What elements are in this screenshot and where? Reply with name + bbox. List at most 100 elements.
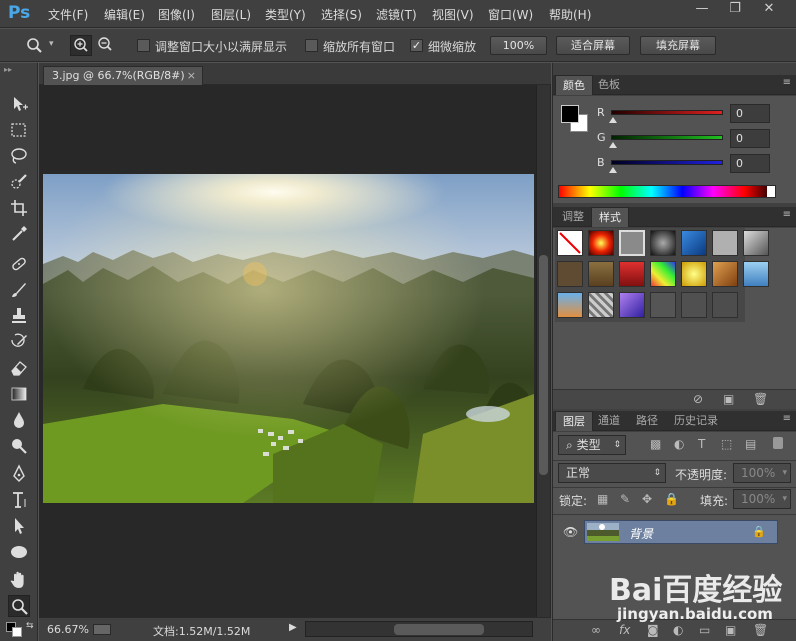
opacity-field[interactable]: 100% ▾ — [733, 463, 791, 483]
move-tool-icon[interactable] — [8, 93, 30, 115]
red-knob[interactable] — [609, 117, 617, 123]
brush-tool-icon[interactable] — [8, 279, 30, 301]
filter-adjustment-icon[interactable]: ◐ — [674, 437, 684, 451]
style-swatch-15[interactable] — [557, 292, 583, 318]
filter-type-icon[interactable]: T — [698, 437, 705, 451]
new-group-icon[interactable]: ▭ — [699, 623, 710, 637]
lock-pixels-icon[interactable]: ✎ — [620, 492, 630, 506]
style-swatch-5[interactable] — [681, 230, 707, 256]
scrubby-zoom-checkbox[interactable]: ✓ — [410, 39, 423, 52]
menu-view[interactable]: 视图(V) — [432, 6, 474, 23]
history-brush-tool-icon[interactable] — [8, 331, 30, 353]
menu-filter[interactable]: 滤镜(T) — [376, 6, 417, 23]
filter-pixel-icon[interactable]: ▩ — [650, 437, 661, 451]
tab-color[interactable]: 颜色 — [555, 75, 593, 95]
layer-name[interactable]: 背景 — [629, 525, 653, 542]
foreground-color-swatch[interactable] — [561, 105, 579, 123]
style-swatch-11[interactable] — [650, 261, 676, 287]
green-slider[interactable]: G 0 — [597, 129, 787, 151]
resize-windows-checkbox[interactable] — [137, 39, 150, 52]
chevron-down-icon[interactable]: ▾ — [49, 39, 54, 49]
filter-shape-icon[interactable]: ⬚ — [721, 437, 732, 451]
add-mask-icon[interactable]: ◙ — [647, 623, 659, 637]
crop-tool-icon[interactable] — [8, 197, 30, 219]
new-adjustment-icon[interactable]: ◐ — [673, 623, 683, 637]
blue-value[interactable]: 0 — [730, 154, 770, 173]
blue-knob[interactable] — [609, 167, 617, 173]
delete-style-icon[interactable]: 🗑 — [753, 392, 768, 406]
green-value[interactable]: 0 — [730, 129, 770, 148]
ellipse-tool-icon[interactable] — [8, 541, 30, 563]
style-swatch-13[interactable] — [712, 261, 738, 287]
red-track[interactable] — [611, 110, 723, 115]
menu-select[interactable]: 选择(S) — [321, 6, 362, 23]
tab-adjustments[interactable]: 调整 — [555, 207, 591, 227]
style-swatch-16[interactable] — [588, 292, 614, 318]
zoom-100-button[interactable]: 100% — [490, 36, 547, 55]
zoom-tool-icon[interactable] — [8, 595, 30, 617]
clone-stamp-tool-icon[interactable] — [8, 305, 30, 327]
vertical-scrollbar[interactable] — [536, 85, 550, 619]
filter-smart-object-icon[interactable]: ▤ — [745, 437, 756, 451]
panel-menu-icon[interactable]: ≡ — [783, 413, 791, 424]
fill-field[interactable]: 100% ▾ — [733, 489, 791, 509]
menu-edit[interactable]: 编辑(E) — [104, 6, 145, 23]
zoom-out-button[interactable] — [95, 35, 117, 56]
hand-tool-icon[interactable] — [8, 569, 30, 591]
horizontal-scroll-thumb[interactable] — [394, 624, 484, 635]
style-swatch-19[interactable] — [681, 292, 707, 318]
tab-channels[interactable]: 通道 — [591, 411, 627, 431]
tab-history[interactable]: 历史记录 — [667, 411, 725, 431]
status-preview-icon[interactable] — [93, 624, 111, 635]
zoom-level[interactable]: 66.67% — [47, 623, 89, 636]
clear-style-icon[interactable]: ⊘ — [693, 392, 703, 406]
blue-slider[interactable]: B 0 — [597, 154, 787, 176]
style-swatch-7[interactable] — [743, 230, 769, 256]
style-swatch-8[interactable] — [557, 261, 583, 287]
style-swatch-14[interactable] — [743, 261, 769, 287]
restore-button[interactable]: ❐ — [722, 0, 748, 20]
red-value[interactable]: 0 — [730, 104, 770, 123]
new-style-icon[interactable]: ▣ — [723, 392, 734, 406]
menu-file[interactable]: 文件(F) — [48, 6, 88, 23]
menu-image[interactable]: 图像(I) — [158, 6, 195, 23]
path-selection-tool-icon[interactable] — [8, 515, 30, 537]
close-button[interactable]: ✕ — [756, 0, 782, 20]
healing-brush-tool-icon[interactable] — [8, 253, 30, 275]
style-swatch-9[interactable] — [588, 261, 614, 287]
eye-icon[interactable]: 👁 — [563, 525, 578, 539]
panel-menu-icon[interactable]: ≡ — [783, 209, 791, 220]
style-swatch-6[interactable] — [712, 230, 738, 256]
green-track[interactable] — [611, 135, 723, 140]
blur-tool-icon[interactable] — [8, 409, 30, 431]
style-swatch-20[interactable] — [712, 292, 738, 318]
lock-all-icon[interactable]: 🔒 — [664, 492, 679, 506]
fx-icon[interactable]: fx — [619, 623, 630, 637]
eraser-tool-icon[interactable] — [8, 357, 30, 379]
style-swatch-2[interactable] — [588, 230, 614, 256]
style-swatch-17[interactable] — [619, 292, 645, 318]
lock-transparent-icon[interactable]: ▦ — [597, 492, 608, 506]
zoom-all-windows-checkbox[interactable] — [305, 39, 318, 52]
layer-filter-select[interactable]: ⌕ 类型 ⇕ — [558, 435, 626, 455]
fill-screen-button[interactable]: 填充屏幕 — [640, 36, 716, 55]
panel-menu-icon[interactable]: ≡ — [783, 77, 791, 88]
style-swatch-10[interactable] — [619, 261, 645, 287]
menu-type[interactable]: 类型(Y) — [265, 6, 306, 23]
quick-selection-tool-icon[interactable] — [8, 171, 30, 193]
lock-position-icon[interactable]: ✥ — [642, 492, 652, 506]
style-swatch-4[interactable] — [650, 230, 676, 256]
red-slider[interactable]: R 0 — [597, 104, 787, 126]
filter-toggle[interactable] — [773, 437, 783, 449]
new-layer-icon[interactable]: ▣ — [725, 623, 736, 637]
tab-paths[interactable]: 路径 — [629, 411, 665, 431]
pen-tool-icon[interactable] — [8, 463, 30, 485]
karst-landscape-photo[interactable] — [43, 174, 534, 503]
canvas-area[interactable] — [39, 85, 536, 617]
style-swatch-3[interactable] — [619, 230, 645, 256]
green-knob[interactable] — [609, 142, 617, 148]
delete-layer-icon[interactable]: 🗑 — [753, 623, 768, 637]
document-tab[interactable]: 3.jpg @ 66.7%(RGB/8#) × — [43, 66, 203, 86]
gradient-tool-icon[interactable] — [8, 383, 30, 405]
white-ramp-end[interactable] — [767, 186, 775, 197]
